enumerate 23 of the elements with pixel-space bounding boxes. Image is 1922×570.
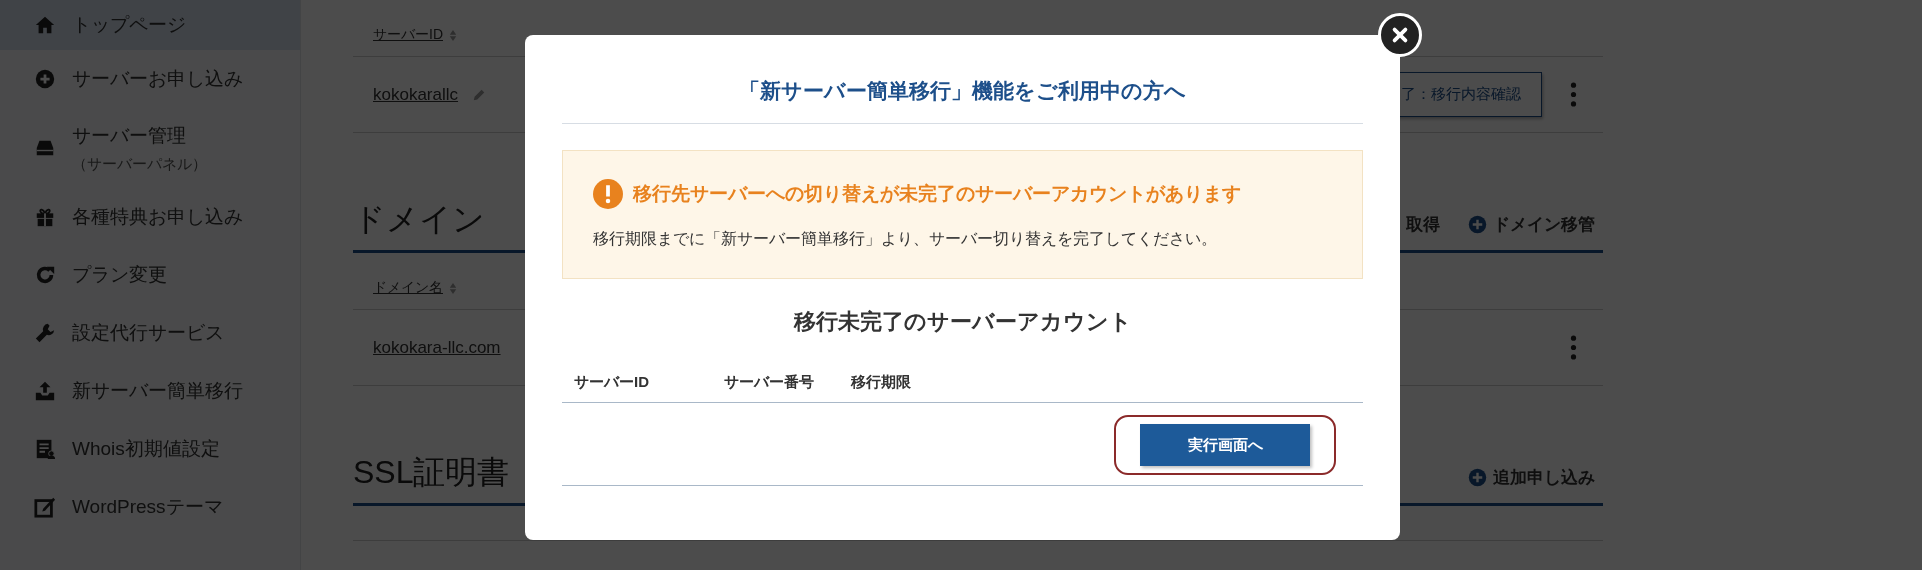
- alert-message: 移行期限までに「新サーバー簡単移行」より、サーバー切り替えを完了してください。: [593, 229, 1218, 249]
- item-label: 各種特典お申し込み: [72, 205, 243, 229]
- column-header[interactable]: サーバーID: [373, 26, 443, 44]
- warning-icon: [593, 179, 623, 209]
- action-link[interactable]: 追加申し込み: [1493, 466, 1595, 489]
- section-title: 移行未完了のサーバーアカウント: [792, 308, 1133, 336]
- modal-title: 「新サーバー簡単移行」機能をご利用中の方へ: [562, 35, 1363, 124]
- action-link[interactable]: 取得: [1406, 213, 1440, 236]
- column-header: 移行期限: [851, 373, 911, 392]
- column-header: サーバーID: [574, 373, 650, 392]
- item-label: WordPressテーマ: [72, 495, 223, 519]
- section-title: SSL証明書: [353, 453, 510, 492]
- alert-title: 移行先サーバーへの切り替えが未完了のサーバーアカウントがあります: [633, 182, 1241, 206]
- section-title: ドメイン: [353, 200, 485, 239]
- item-label: プラン変更: [72, 263, 167, 287]
- item-label: Whois初期値設定: [72, 437, 220, 461]
- item-label: サーバー管理: [72, 123, 187, 148]
- item-label: 設定代行サービス: [72, 321, 224, 345]
- item-label: サーバーお申し込み: [72, 67, 243, 91]
- item-label: トップページ: [72, 13, 186, 37]
- execute-button[interactable]: 実行画面へ: [1140, 424, 1310, 466]
- column-header: サーバー番号: [724, 373, 815, 392]
- item-label: 新サーバー簡単移行: [72, 379, 243, 403]
